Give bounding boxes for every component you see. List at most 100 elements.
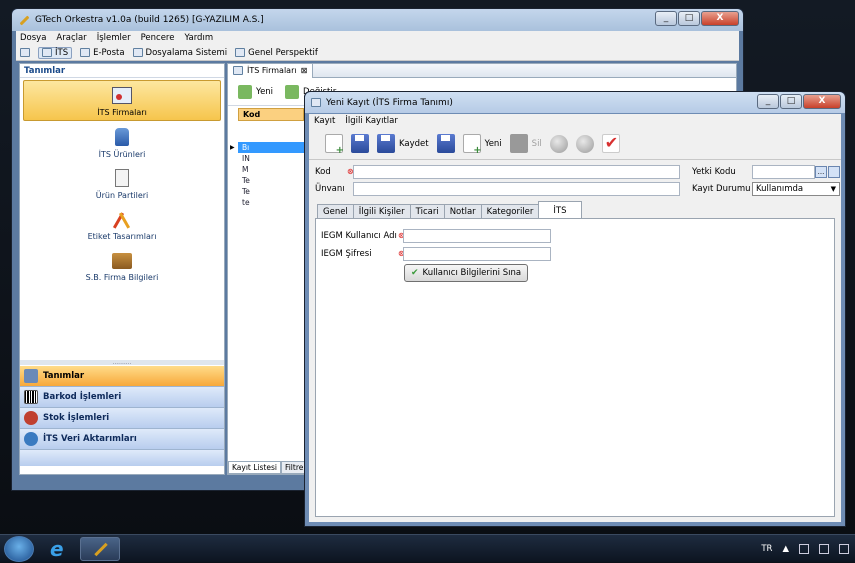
perspective-eposta[interactable]: E-Posta bbox=[80, 48, 125, 58]
group-label: Tanımlar bbox=[43, 371, 85, 381]
menu-islemler[interactable]: İşlemler bbox=[97, 33, 131, 43]
close-button[interactable]: X bbox=[701, 11, 739, 26]
taskbar-app-orkestra[interactable] bbox=[80, 537, 120, 561]
barcode-icon bbox=[24, 390, 38, 404]
table-row[interactable]: IN bbox=[238, 153, 304, 164]
nav-item-its-firmalari[interactable]: İTS Firmaları bbox=[23, 80, 221, 121]
dialog-menu-ilgili-kayitlar[interactable]: İlgili Kayıtlar bbox=[345, 116, 397, 126]
group-barkod[interactable]: Barkod İşlemleri bbox=[20, 387, 224, 408]
table-row[interactable]: te bbox=[238, 197, 304, 208]
previous-record-button[interactable] bbox=[549, 134, 568, 153]
internet-explorer-icon[interactable]: e bbox=[50, 538, 76, 560]
dialog-titlebar[interactable]: Yeni Kayıt (İTS Firma Tanımı) _ □ X bbox=[305, 92, 845, 113]
menu-yardim[interactable]: Yardım bbox=[184, 33, 213, 43]
start-button[interactable] bbox=[4, 536, 34, 562]
dialog-maximize-button[interactable]: □ bbox=[780, 94, 802, 109]
dialog-tabs: Genel İlgili Kişiler Ticari Notlar Kateg… bbox=[317, 201, 582, 219]
kod-input[interactable] bbox=[353, 165, 680, 179]
group-its-veri[interactable]: İTS Veri Aktarımları bbox=[20, 429, 224, 450]
nav-item-sb-firma[interactable]: S.B. Firma Bilgileri bbox=[20, 244, 224, 285]
perspective-genel[interactable]: Genel Perspektif bbox=[235, 48, 318, 58]
iegm-user-input[interactable] bbox=[403, 229, 551, 243]
group-stok[interactable]: Stok İşlemleri bbox=[20, 408, 224, 429]
save-new-button[interactable] bbox=[436, 134, 455, 153]
tab-close-icon[interactable]: ⊠ bbox=[301, 66, 308, 75]
test-credentials-button[interactable]: ✔ Kullanıcı Bilgilerini Sına bbox=[404, 264, 529, 282]
perspective-menu-icon[interactable] bbox=[20, 48, 30, 57]
nav-item-label: Ürün Partileri bbox=[95, 191, 149, 200]
iegm-password-input[interactable] bbox=[403, 247, 551, 261]
tab-notlar[interactable]: Notlar bbox=[443, 204, 482, 219]
yetki-kodu-input[interactable] bbox=[752, 165, 815, 179]
navigator-title: Tanımlar bbox=[20, 64, 224, 78]
navigator-splitter[interactable]: .......... bbox=[20, 360, 224, 366]
menu-pencere[interactable]: Pencere bbox=[141, 33, 175, 43]
delete-icon bbox=[509, 134, 528, 153]
yetki-kodu-lookup-button[interactable]: ... bbox=[815, 166, 827, 178]
its-tab-panel: IEGM Kullanıcı Adı ⊗ IEGM Şifresi ⊗ ✔ Kul… bbox=[315, 218, 835, 517]
yetki-kodu-clear-button[interactable] bbox=[828, 166, 840, 178]
dialog-menu-kayit[interactable]: Kayıt bbox=[314, 116, 335, 126]
minimize-button[interactable]: _ bbox=[655, 11, 677, 26]
kaydet-button[interactable]: Kaydet bbox=[377, 134, 429, 153]
dialog-title: Yeni Kayıt (İTS Firma Tanımı) bbox=[326, 97, 453, 108]
flag-icon[interactable] bbox=[799, 544, 809, 554]
kod-label: Kod bbox=[315, 167, 331, 177]
tab-ticari[interactable]: Ticari bbox=[409, 204, 445, 219]
dialog-toolbar: Kaydet Yeni Sil bbox=[309, 128, 841, 160]
nav-item-its-urunleri[interactable]: İTS Ürünleri bbox=[20, 121, 224, 162]
check-icon: ✔ bbox=[411, 268, 419, 278]
group-tanimlar[interactable]: Tanımlar bbox=[20, 366, 224, 387]
volume-icon[interactable] bbox=[839, 544, 849, 554]
dialog-minimize-button[interactable]: _ bbox=[757, 94, 779, 109]
tab-ilgili-kisiler[interactable]: İlgili Kişiler bbox=[352, 204, 411, 219]
perspective-dosyalama[interactable]: Dosyalama Sistemi bbox=[132, 48, 227, 58]
arrow-down-icon bbox=[575, 134, 594, 153]
taskbar: e TR ▲ bbox=[0, 534, 855, 562]
menu-araclar[interactable]: Araçlar bbox=[56, 33, 86, 43]
table-row[interactable]: M bbox=[238, 164, 304, 175]
nav-item-label: Etiket Tasarımları bbox=[87, 232, 157, 241]
edit-icon bbox=[285, 84, 300, 99]
email-icon bbox=[80, 48, 91, 57]
tab-kayit-listesi[interactable]: Kayıt Listesi bbox=[228, 461, 281, 474]
globe-icon bbox=[24, 432, 38, 446]
group-footer bbox=[20, 450, 224, 466]
perspective-its-label: İTS bbox=[55, 47, 69, 58]
group-label: İTS Veri Aktarımları bbox=[43, 434, 137, 444]
tab-kategoriler[interactable]: Kategoriler bbox=[480, 204, 540, 219]
sil-label: Sil bbox=[531, 138, 542, 149]
perspective-its[interactable]: İTS bbox=[38, 46, 73, 59]
tab-its[interactable]: İTS bbox=[538, 201, 582, 219]
new-blank-button[interactable] bbox=[325, 134, 344, 156]
tab-its-firmalari[interactable]: İTS Firmaları ⊠ bbox=[228, 63, 314, 78]
network-icon[interactable] bbox=[819, 544, 829, 554]
parti-icon bbox=[115, 169, 129, 187]
folder-icon bbox=[132, 48, 143, 57]
maximize-button[interactable]: □ bbox=[678, 11, 700, 26]
tray-expand-icon[interactable]: ▲ bbox=[782, 544, 789, 554]
nav-item-urun-partileri[interactable]: Ürün Partileri bbox=[20, 162, 224, 203]
table-row[interactable]: Bı bbox=[238, 142, 304, 153]
kayit-durumu-value: Kullanımda bbox=[756, 184, 804, 194]
sil-button[interactable]: Sil bbox=[509, 134, 542, 153]
save-refresh-button[interactable] bbox=[351, 134, 369, 153]
kayit-durumu-select[interactable]: Kullanımda ▼ bbox=[752, 182, 840, 196]
main-titlebar[interactable]: GTech Orkestra v1.0a (build 1265) [G-YAZ… bbox=[12, 9, 743, 31]
nav-item-label: S.B. Firma Bilgileri bbox=[85, 273, 159, 282]
firma-icon bbox=[112, 87, 132, 104]
tab-genel[interactable]: Genel bbox=[317, 204, 354, 219]
dialog-close-button[interactable]: X bbox=[803, 94, 841, 109]
language-indicator[interactable]: TR bbox=[761, 544, 772, 554]
approve-button[interactable] bbox=[601, 133, 620, 153]
column-header-kod[interactable]: Kod bbox=[238, 108, 304, 121]
next-record-button[interactable] bbox=[575, 134, 594, 153]
table-row[interactable]: Te bbox=[238, 186, 304, 197]
nav-item-etiket-tasarimlari[interactable]: Etiket Tasarımları bbox=[20, 203, 224, 244]
table-row[interactable]: Te bbox=[238, 175, 304, 186]
menu-dosya[interactable]: Dosya bbox=[20, 33, 46, 43]
unvan-input[interactable] bbox=[353, 182, 680, 196]
yeni-button[interactable]: Yeni bbox=[462, 134, 502, 156]
list-yeni-button[interactable]: Yeni bbox=[238, 84, 273, 99]
list-tab-header: İTS Firmaları ⊠ bbox=[228, 63, 736, 78]
